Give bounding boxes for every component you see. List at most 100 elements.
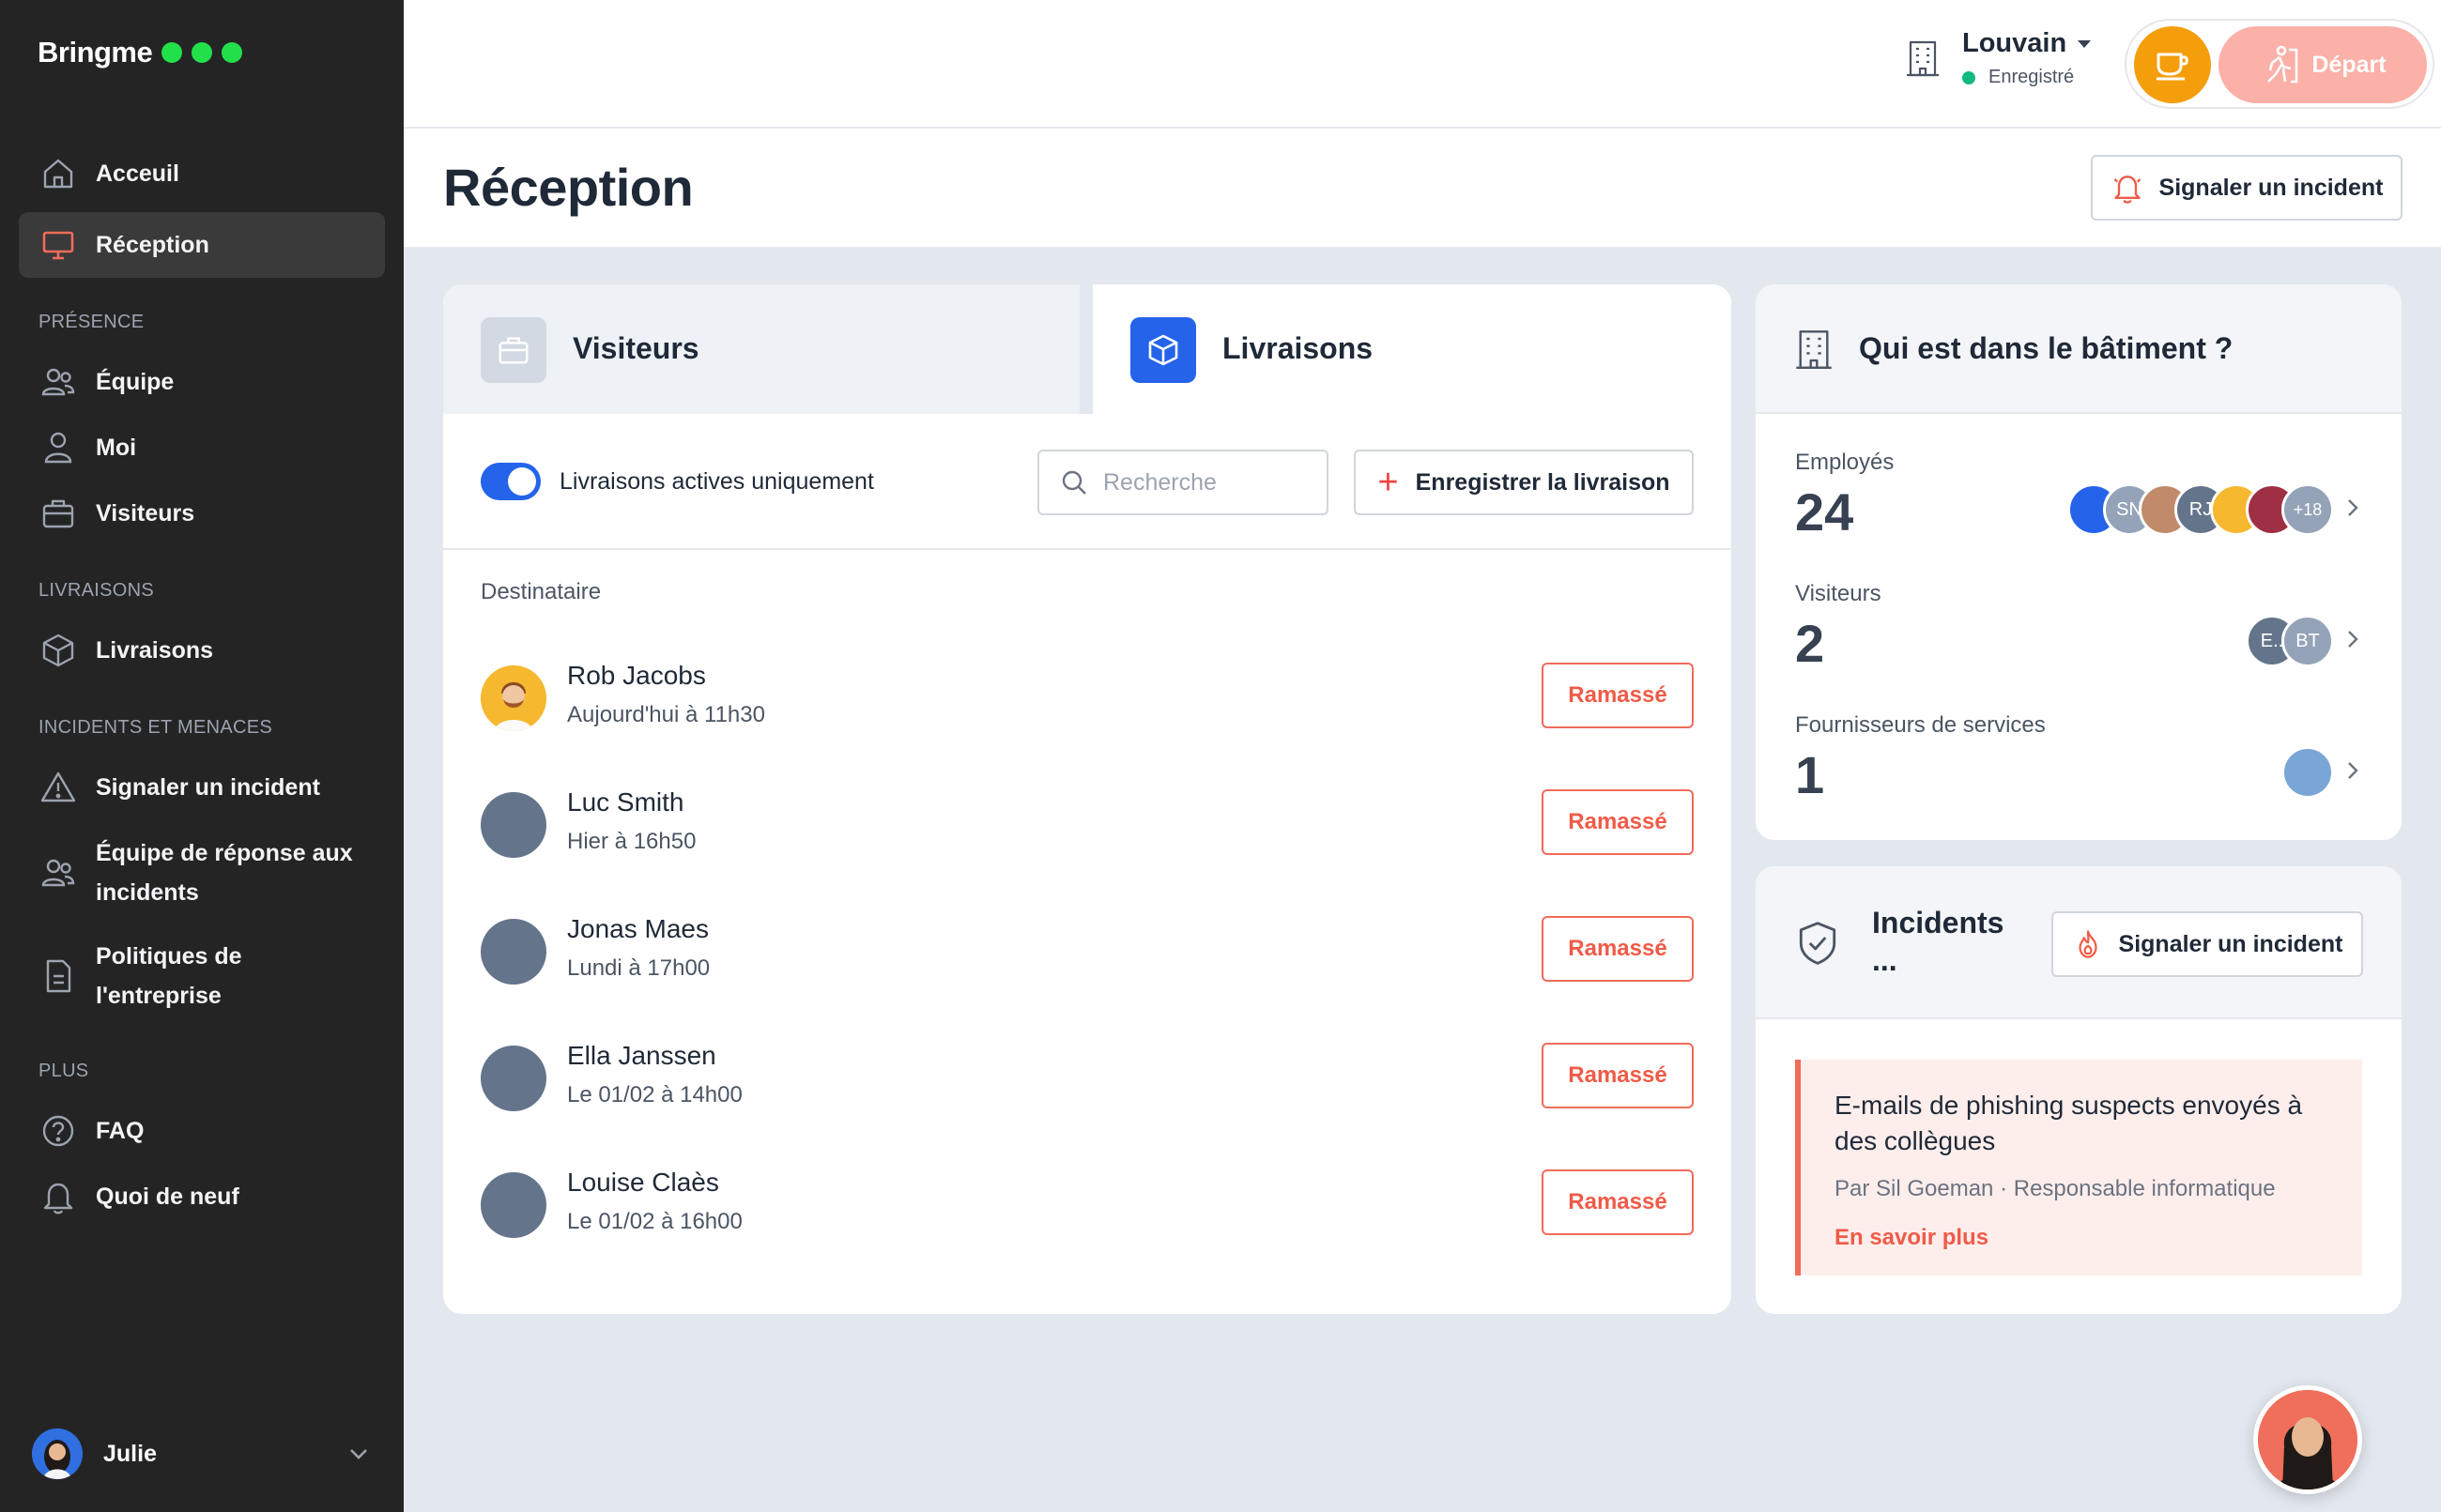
picked-up-button[interactable]: Ramassé [1542, 1043, 1694, 1108]
sidebar-item-response-team[interactable]: Équipe de réponse aux incidents [19, 826, 385, 920]
table-row: Jonas Maes Lundi à 17h00 Ramassé [481, 907, 1694, 987]
sidebar-item-team[interactable]: Équipe [19, 349, 385, 415]
status-dot-icon [1962, 70, 1975, 84]
flame-icon [2078, 930, 2097, 958]
recipient-name: Ella Janssen [567, 1041, 716, 1070]
sidebar-item-deliveries[interactable]: Livraisons [19, 618, 385, 683]
stat-label: Visiteurs [1795, 581, 1881, 606]
building-card-header: Qui est dans le bâtiment ? [1756, 284, 2402, 414]
brand-dot-icon [222, 42, 243, 63]
coffee-icon [2157, 53, 2188, 81]
report-incident-button[interactable]: Signaler un incident [2091, 155, 2403, 221]
caret-down-icon [2078, 39, 2092, 48]
tab-deliveries[interactable]: Livraisons [1093, 284, 1731, 414]
sidebar-item-label: Visiteurs [96, 499, 195, 527]
search-box[interactable] [1037, 450, 1328, 515]
building-icon [1907, 40, 1939, 77]
warning-icon [40, 771, 76, 802]
plus-icon: + [1377, 463, 1399, 502]
user-menu[interactable]: Julie [32, 1427, 372, 1481]
toggle-label: Livraisons actives uniquement [560, 468, 874, 495]
stat-label: Employés [1795, 450, 1895, 475]
sidebar-item-whats-new[interactable]: Quoi de neuf [19, 1164, 385, 1229]
table-row: Ella Janssen Le 01/02 à 14h00 Ramassé [481, 1033, 1694, 1114]
incidents-title: Incidents [1872, 906, 2004, 939]
sidebar-item-reception[interactable]: Réception [19, 212, 385, 278]
deliveries-toolbar: Livraisons actives uniquement + Enregist… [443, 414, 1731, 550]
sidebar-item-report-incident[interactable]: Signaler un incident [19, 755, 385, 820]
briefcase-icon [42, 499, 74, 528]
search-input[interactable] [1103, 468, 1310, 496]
location-selector[interactable]: Louvain Enregistré [1904, 28, 2092, 88]
stat-visitors[interactable]: Visiteurs 2 E.. BT [1795, 581, 2362, 694]
picked-up-button[interactable]: Ramassé [1542, 663, 1694, 728]
depart-button[interactable]: Départ [2218, 26, 2427, 103]
recipient-name: Jonas Maes [567, 914, 709, 943]
incident-item[interactable]: E-mails de phishing suspects envoyés à d… [1795, 1060, 2362, 1275]
register-delivery-button[interactable]: + Enregistrer la livraison [1354, 450, 1694, 515]
tab-visitors[interactable]: Visiteurs [443, 284, 1080, 414]
top-bar: Louvain Enregistré Départ [404, 0, 2441, 129]
package-icon [1130, 317, 1196, 383]
sidebar-item-policies[interactable]: Politiques de l'entreprise [19, 929, 385, 1023]
sidebar-item-label: Livraisons [96, 636, 214, 664]
sidebar-item-label: Moi [96, 434, 137, 461]
brand-logo[interactable]: Bringme [38, 36, 243, 69]
user-icon [44, 432, 72, 464]
sidebar-item-label: Signaler un incident [96, 773, 320, 801]
report-incident-button[interactable]: Signaler un incident [2051, 911, 2363, 977]
sidebar-item-label: Acceuil [96, 160, 179, 187]
chevron-right-icon [2348, 499, 2358, 516]
report-incident-label: Signaler un incident [2118, 930, 2343, 957]
chevron-right-icon [2348, 631, 2358, 648]
avatar-stack [2281, 746, 2334, 799]
avatar: BT [2281, 615, 2334, 667]
avatar-overflow: +18 [2281, 483, 2334, 536]
learn-more-link[interactable]: En savoir plus [1835, 1225, 1988, 1251]
stat-count: 2 [1795, 614, 1825, 673]
section-label-livraisons: LIVRAISONS [38, 580, 155, 601]
support-chat-avatar[interactable] [2253, 1385, 2362, 1494]
incident-headline: E-mails de phishing suspects envoyés à d… [1835, 1091, 2303, 1155]
avatar [481, 1172, 546, 1238]
location-name: Louvain [1962, 28, 2067, 58]
brand-dot-icon [161, 42, 183, 63]
picked-up-button[interactable]: Ramassé [1542, 789, 1694, 855]
stat-service-providers[interactable]: Fournisseurs de services 1 [1795, 712, 2362, 825]
tab-label: Visiteurs [573, 331, 699, 365]
stat-label: Fournisseurs de services [1795, 712, 2046, 738]
sidebar-item-label: Équipe de réponse aux incidents [96, 840, 353, 906]
section-label-plus: PLUS [38, 1061, 89, 1081]
deliveries-card: Visiteurs Livraisons Livraisons actives … [443, 284, 1731, 1314]
briefcase-icon [481, 317, 546, 383]
column-header-recipient: Destinataire [481, 579, 602, 604]
sidebar-item-visitors[interactable]: Visiteurs [19, 481, 385, 546]
register-delivery-label: Enregistrer la livraison [1415, 468, 1670, 496]
picked-up-button[interactable]: Ramassé [1542, 916, 1694, 982]
sidebar-item-faq[interactable]: FAQ [19, 1098, 385, 1164]
avatar [481, 1046, 546, 1111]
avatar [32, 1428, 83, 1479]
section-label-presence: PRÉSENCE [38, 312, 145, 332]
active-only-toggle[interactable] [481, 463, 541, 500]
depart-label: Départ [2311, 51, 2387, 78]
building-occupancy-card: Qui est dans le bâtiment ? Employés 24 S… [1756, 284, 2402, 840]
break-button[interactable] [2134, 26, 2211, 103]
table-row: Rob Jacobs Aujourd'hui à 11h30 Ramassé [481, 653, 1694, 734]
monitor-icon [42, 231, 74, 260]
sidebar-item-label: Quoi de neuf [96, 1183, 239, 1210]
incident-byline: Par Sil Goeman · Responsable informatiqu… [1835, 1176, 2276, 1201]
sidebar-item-me[interactable]: Moi [19, 415, 385, 481]
delivery-time: Le 01/02 à 16h00 [567, 1209, 743, 1234]
help-circle-icon [42, 1115, 74, 1147]
sidebar-item-label: Politiques de l'entreprise [96, 943, 242, 1009]
sidebar: Bringme Acceuil Réception PRÉSENCE Équip… [0, 0, 404, 1512]
picked-up-button[interactable]: Ramassé [1542, 1169, 1694, 1235]
chevron-right-icon [2348, 762, 2358, 779]
avatar [481, 665, 546, 731]
sidebar-item-home[interactable]: Acceuil [19, 141, 385, 206]
brand-name: Bringme [38, 36, 153, 69]
building-card-title: Qui est dans le bâtiment ? [1859, 331, 2234, 365]
sidebar-item-label: FAQ [96, 1117, 145, 1144]
stat-employees[interactable]: Employés 24 SN RJ +18 [1795, 450, 2362, 562]
